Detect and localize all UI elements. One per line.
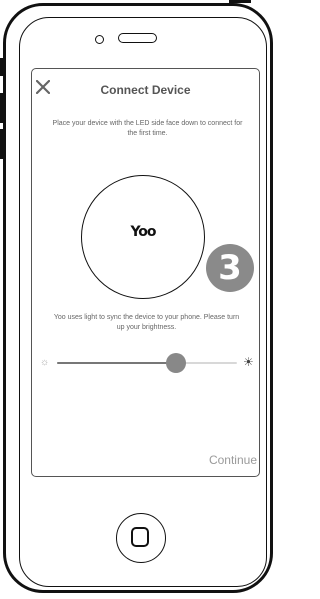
screen: Connect Device Place your device with th… (31, 68, 260, 477)
device-logo: Yoo (130, 224, 156, 240)
brightness-slider-thumb[interactable] (165, 353, 186, 373)
device-illustration: Yoo (81, 175, 205, 299)
front-camera (95, 35, 104, 44)
power-button (229, 0, 251, 3)
sun-dim-icon: ☼ (40, 357, 50, 368)
step-badge: 3 (206, 244, 254, 292)
home-button[interactable] (116, 513, 166, 563)
home-button-icon (131, 527, 149, 547)
volume-down-button (0, 129, 3, 159)
sun-bright-icon: ☀ (243, 355, 254, 369)
brightness-slider[interactable] (57, 353, 237, 373)
page-title: Connect Device (100, 83, 191, 97)
earpiece-speaker (118, 33, 157, 43)
sync-instructions-text: Yoo uses light to sync the device to you… (53, 314, 240, 331)
volume-up-button (0, 93, 3, 123)
mute-switch (0, 58, 3, 76)
brightness-slider-fill (57, 362, 176, 364)
continue-button[interactable]: Continue (209, 453, 257, 467)
instructions-text: Place your device with the LED side face… (52, 120, 243, 137)
